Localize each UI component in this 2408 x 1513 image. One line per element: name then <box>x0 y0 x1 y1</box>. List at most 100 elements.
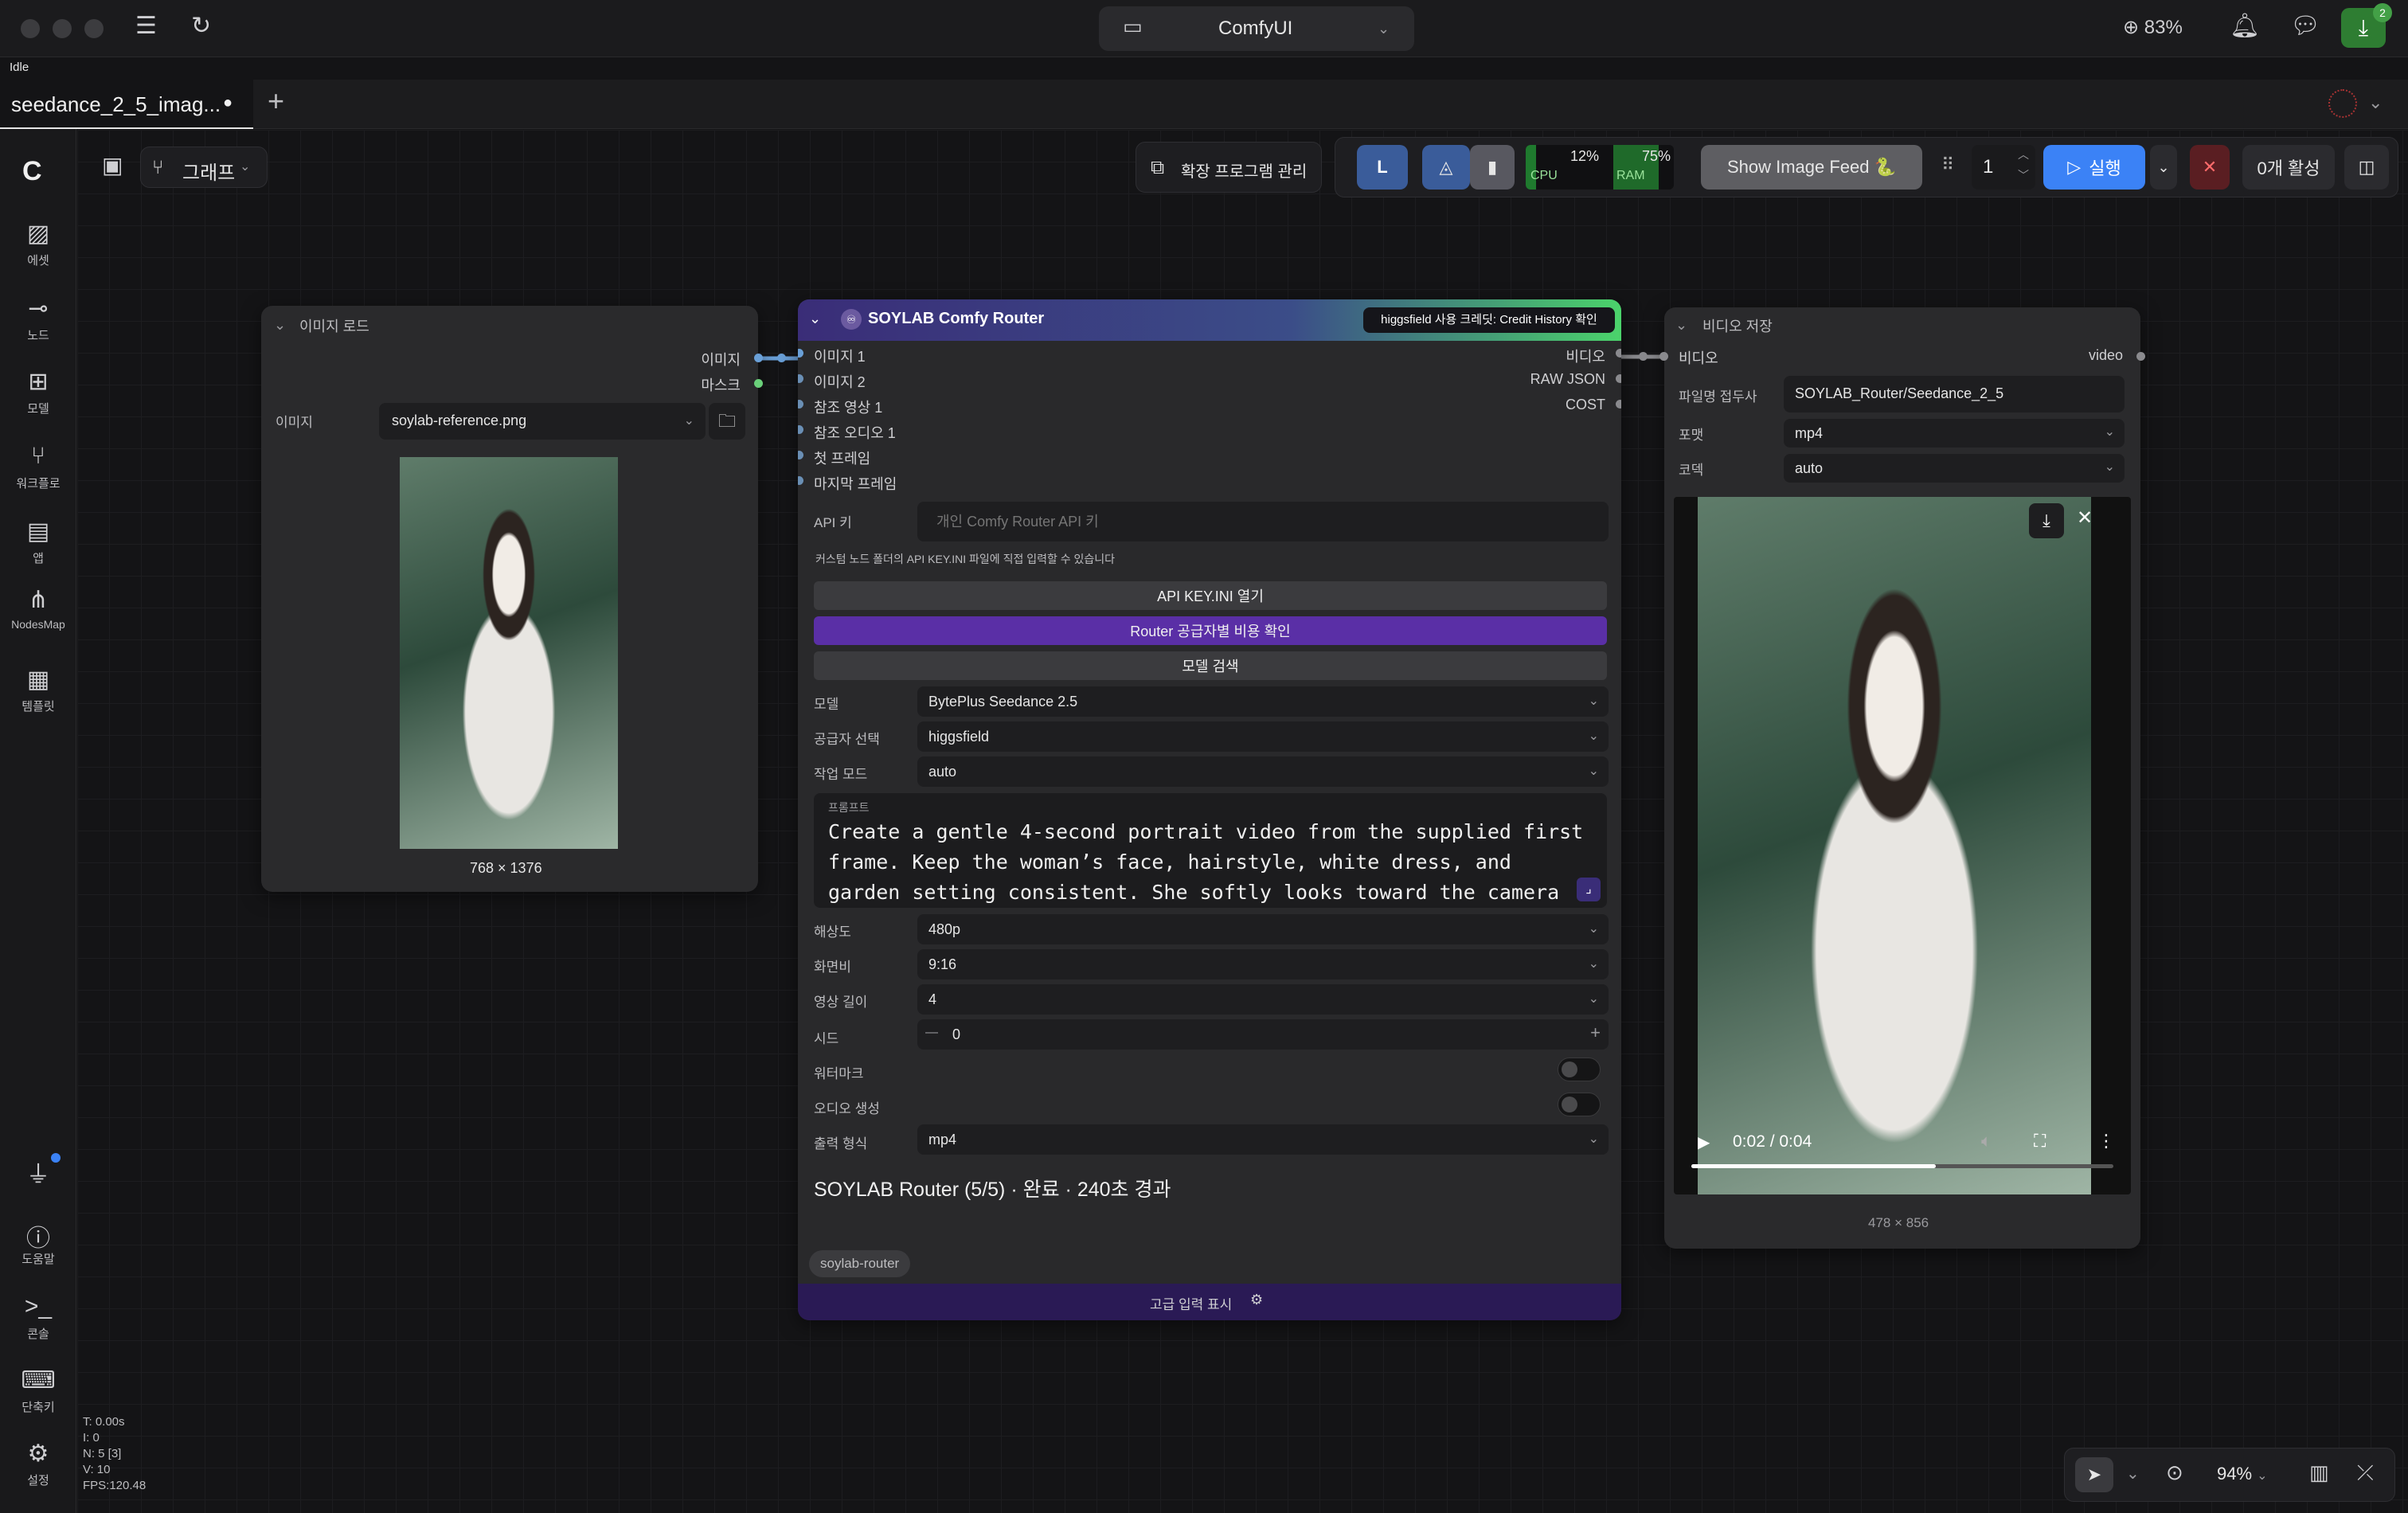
output-mask-label: 마스크 <box>701 377 741 393</box>
input-socket[interactable] <box>798 374 803 383</box>
collapse-chevron-icon[interactable]: ⌄ <box>809 311 821 327</box>
output-video-socket[interactable] <box>2136 352 2145 361</box>
pointer-tool-icon[interactable]: ➤ <box>2075 1457 2113 1492</box>
input-label: 참조 오디오 1 <box>814 425 896 441</box>
router-logo-icon: ♾ <box>841 309 862 330</box>
load-image-node[interactable]: ⌄ 이미지 로드 이미지 마스크 이미지 soylab-reference.pn… <box>261 306 763 892</box>
resolution-label: 해상도 <box>814 925 851 940</box>
duration-value: 4 <box>928 991 937 1007</box>
mode-select[interactable]: auto ⌄ <box>917 756 1609 787</box>
output-socket[interactable] <box>1616 349 1621 358</box>
input-label: 마지막 프레임 <box>814 476 897 492</box>
minus-icon[interactable]: — <box>925 1026 938 1040</box>
input-video-socket[interactable] <box>1659 352 1668 361</box>
chevron-down-icon: ⌄ <box>1588 922 1599 936</box>
open-api-key-button[interactable]: API KEY.INI 열기 <box>814 581 1607 610</box>
prompt-label: 프롬프트 <box>828 801 870 814</box>
model-search-button[interactable]: 모델 검색 <box>814 651 1607 680</box>
video-time: 0:02 / 0:04 <box>1733 1132 1812 1151</box>
api-key-input[interactable] <box>917 502 1609 541</box>
more-options-icon[interactable]: ⋮ <box>2097 1131 2115 1151</box>
download-icon[interactable]: ⤓ <box>2029 503 2064 538</box>
chevron-down-icon: ⌄ <box>2104 425 2115 439</box>
router-footer[interactable]: 고급 입력 표시 ⚙ <box>798 1284 1621 1320</box>
mute-icon[interactable]: 🔈︎ <box>1981 1131 1992 1151</box>
close-icon[interactable]: ✕ <box>2077 506 2093 530</box>
node-title: 비디오 저장 <box>1702 319 1773 334</box>
output-image-socket[interactable] <box>754 354 763 362</box>
minimap-icon[interactable]: ▥ <box>2309 1462 2329 1483</box>
provider-value: higgsfield <box>928 729 990 745</box>
aspect-select[interactable]: 9:16 ⌄ <box>917 949 1609 979</box>
plus-icon[interactable]: + <box>1590 1022 1601 1043</box>
output-video-label: video <box>2088 347 2123 363</box>
input-socket[interactable] <box>798 451 803 459</box>
seed-value: 0 <box>952 1026 961 1042</box>
chevron-down-icon[interactable]: ⌄ <box>2126 1464 2140 1484</box>
router-node[interactable]: ⌄ ♾ SOYLAB Comfy Router higgsfield 사용 크레… <box>798 299 1621 1320</box>
format-label: 포맷 <box>1679 428 1704 443</box>
duration-select[interactable]: 4 ⌄ <box>917 984 1609 1015</box>
format-value: mp4 <box>1795 425 1824 441</box>
credit-badge[interactable]: higgsfield 사용 크레딧: Credit History 확인 <box>1363 307 1615 333</box>
provider-label: 공급자 선택 <box>814 732 880 747</box>
stat-time: T: 0.00s <box>83 1415 125 1429</box>
output-mask-socket[interactable] <box>754 379 763 388</box>
prompt-line: frame. Keep the woman’s face, hairstyle,… <box>828 850 1511 874</box>
image-select[interactable]: soylab-reference.png ⌄ <box>379 403 706 440</box>
prefix-label: 파일명 접두사 <box>1679 389 1757 405</box>
play-icon[interactable]: ▶ <box>1698 1132 1710 1152</box>
model-label: 모델 <box>814 697 839 712</box>
mode-value: auto <box>928 764 957 780</box>
output-socket[interactable] <box>1616 400 1621 409</box>
watermark-toggle[interactable] <box>1558 1058 1601 1081</box>
input-label: 참조 영상 1 <box>814 400 883 416</box>
format-select[interactable]: mp4 ⌄ <box>1784 419 2125 448</box>
input-label: 첫 프레임 <box>814 451 871 467</box>
stat-nodes: N: 5 [3] <box>83 1447 122 1460</box>
prompt-line: garden setting consistent. She softly lo… <box>828 881 1560 904</box>
chevron-down-icon: ⌄ <box>1588 957 1599 971</box>
audio-toggle[interactable] <box>1558 1093 1601 1116</box>
expand-icon[interactable]: ⌟ <box>1577 878 1601 901</box>
prefix-input[interactable]: SOYLAB_Router/Seedance_2_5 <box>1784 376 2125 412</box>
hide-links-icon[interactable]: ⤫ <box>2357 1462 2374 1483</box>
output-format-select[interactable]: mp4 ⌄ <box>917 1124 1609 1155</box>
input-label: 이미지 2 <box>814 374 866 390</box>
advanced-inputs-label: 고급 입력 표시 <box>1150 1297 1233 1312</box>
provider-select[interactable]: higgsfield ⌄ <box>917 721 1609 752</box>
provider-cost-button[interactable]: Router 공급자별 비용 확인 <box>814 616 1607 645</box>
seed-label: 시드 <box>814 1031 839 1046</box>
image-select-value: soylab-reference.png <box>392 412 527 428</box>
input-video-label: 비디오 <box>1679 350 1718 366</box>
duration-label: 영상 길이 <box>814 995 868 1010</box>
video-dims: 478 × 856 <box>1868 1215 1929 1230</box>
input-label: 이미지 1 <box>814 349 866 365</box>
api-key-label: API 키 <box>814 515 852 530</box>
video-progress-track[interactable] <box>1691 1164 2113 1168</box>
seed-stepper[interactable]: — 0 + <box>917 1019 1609 1050</box>
resolution-value: 480p <box>928 921 961 937</box>
save-video-node[interactable]: ⌄ 비디오 저장 비디오 video 파일명 접두사 SOYLAB_Router… <box>1659 307 2145 1249</box>
prompt-textarea[interactable]: 프롬프트 Create a gentle 4-second portrait v… <box>814 793 1607 908</box>
prefix-value: SOYLAB_Router/Seedance_2_5 <box>1795 385 2004 401</box>
codec-select[interactable]: auto ⌄ <box>1784 454 2125 483</box>
model-select[interactable]: BytePlus Seedance 2.5 ⌄ <box>917 686 1609 717</box>
output-socket[interactable] <box>1616 374 1621 383</box>
input-socket[interactable] <box>798 476 803 485</box>
zoom-dropdown[interactable]: 94% ⌄ <box>2217 1464 2268 1484</box>
input-socket[interactable] <box>798 349 803 358</box>
fit-view-icon[interactable]: ⊙ <box>2166 1462 2183 1483</box>
collapse-chevron-icon[interactable]: ⌄ <box>274 317 286 334</box>
resolution-select[interactable]: 480p ⌄ <box>917 914 1609 944</box>
input-socket[interactable] <box>798 425 803 434</box>
aspect-value: 9:16 <box>928 956 957 972</box>
input-socket[interactable] <box>798 400 803 409</box>
video-player[interactable]: ⤓ ✕ ▶ 0:02 / 0:04 🔈︎ ⛶ ⋮ <box>1674 497 2131 1194</box>
collapse-chevron-icon[interactable]: ⌄ <box>1675 317 1687 334</box>
folder-upload-icon[interactable]: 🗀 <box>709 403 745 440</box>
prompt-line: Create a gentle 4-second portrait video … <box>828 820 1584 843</box>
node-title: 이미지 로드 <box>299 319 369 334</box>
fullscreen-icon[interactable]: ⛶ <box>2034 1131 2046 1151</box>
codec-label: 코덱 <box>1679 463 1704 478</box>
